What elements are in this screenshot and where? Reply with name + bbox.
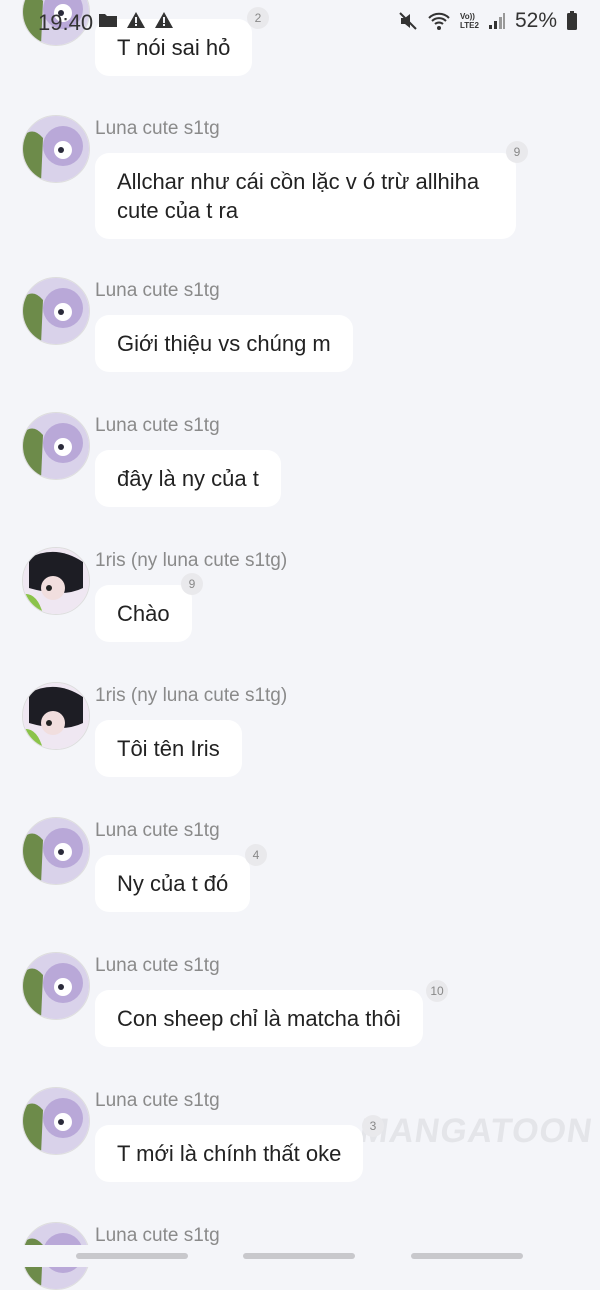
message-bubble[interactable]: Giới thiệu vs chúng m <box>95 315 353 372</box>
reaction-badge[interactable]: 9 <box>506 141 528 163</box>
avatar[interactable] <box>22 115 90 183</box>
watermark: MANGATOON <box>357 1112 596 1150</box>
message-bubble[interactable]: Ny của t đó <box>95 855 251 912</box>
status-time: 19:40 <box>38 10 94 35</box>
message-text: T mới là chính thất oke <box>117 1141 342 1166</box>
avatar[interactable] <box>22 682 90 750</box>
username[interactable]: Luna cute s1tg <box>95 415 220 437</box>
username[interactable]: Luna cute s1tg <box>95 1225 220 1247</box>
system-icons: Vo)) LTE2 52% <box>398 9 578 33</box>
mute-icon <box>399 12 417 30</box>
nav-back[interactable] <box>411 1253 523 1259</box>
message-bubble[interactable]: Tôi tên Iris <box>95 720 242 777</box>
avatar[interactable] <box>22 1087 90 1155</box>
reaction-badge[interactable]: 3 <box>362 1115 384 1137</box>
wifi-icon <box>428 12 450 30</box>
warning-icon <box>155 12 173 28</box>
message-text: Giới thiệu vs chúng m <box>117 331 331 356</box>
message-bubble[interactable]: T mới là chính thất oke <box>95 1125 364 1182</box>
message-bubble[interactable]: Con sheep chỉ là matcha thôi <box>95 990 423 1047</box>
nav-recent-apps[interactable] <box>76 1253 188 1259</box>
username[interactable]: Luna cute s1tg <box>95 1090 220 1112</box>
message-bubble[interactable]: Chào <box>95 585 192 642</box>
signal-icon <box>488 13 505 29</box>
message-text: Ny của t đó <box>117 871 229 896</box>
warning-icon <box>127 12 145 28</box>
username[interactable]: 1ris (ny luna cute s1tg) <box>95 550 287 572</box>
avatar[interactable] <box>22 277 90 345</box>
message-bubble[interactable]: đây là ny của t <box>95 450 281 507</box>
avatar[interactable] <box>22 412 90 480</box>
message-text: Tôi tên Iris <box>117 736 220 761</box>
message-text: Con sheep chỉ là matcha thôi <box>117 1006 401 1031</box>
battery-icon <box>567 11 577 30</box>
reaction-badge[interactable]: 9 <box>181 573 203 595</box>
username[interactable]: Luna cute s1tg <box>95 118 220 140</box>
status-bar: 19:40 Vo)) LTE2 52% <box>0 0 600 46</box>
notification-icons <box>98 11 174 29</box>
message-text: Allchar như cái cồn lặc v ó trừ allhiha … <box>117 169 480 223</box>
battery-percent: 52% <box>514 9 557 32</box>
reaction-badge[interactable]: 10 <box>426 980 448 1002</box>
avatar[interactable] <box>22 817 90 885</box>
username[interactable]: Luna cute s1tg <box>95 280 220 302</box>
message-text: đây là ny của t <box>117 466 259 491</box>
username[interactable]: 1ris (ny luna cute s1tg) <box>95 685 287 707</box>
navigation-bar <box>0 1245 600 1267</box>
folder-icon <box>99 14 117 27</box>
username[interactable]: Luna cute s1tg <box>95 820 220 842</box>
reaction-badge[interactable]: 4 <box>245 844 267 866</box>
avatar[interactable] <box>22 547 90 615</box>
message-bubble[interactable]: Allchar như cái cồn lặc v ó trừ allhiha … <box>95 153 516 239</box>
message-text: Chào <box>117 601 170 626</box>
avatar[interactable] <box>22 952 90 1020</box>
username[interactable]: Luna cute s1tg <box>95 955 220 977</box>
nav-home[interactable] <box>243 1253 355 1259</box>
volte-icon: Vo)) LTE2 <box>460 12 479 30</box>
